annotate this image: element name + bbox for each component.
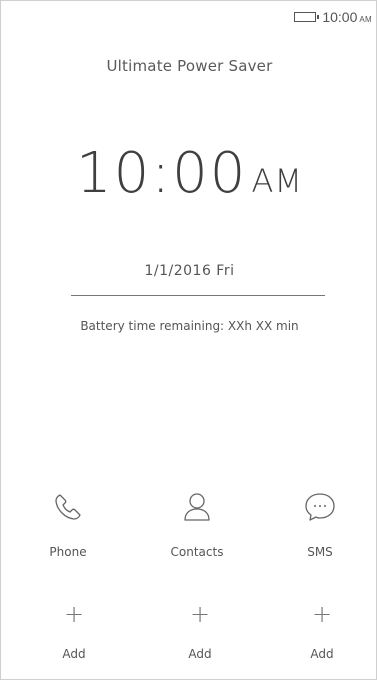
plus-icon: +: [189, 600, 211, 628]
phone-shortcut[interactable]: Phone: [23, 487, 113, 559]
add-label: Add: [310, 647, 334, 661]
add-shortcut-button[interactable]: + Add: [155, 601, 245, 661]
status-time: 10:00: [322, 9, 358, 25]
ultimate-power-saver-screen: 10:00 AM Ultimate Power Saver 10:00 AM 1/…: [0, 0, 377, 680]
page-title: Ultimate Power Saver: [106, 57, 273, 75]
status-bar: 10:00 AM: [294, 7, 372, 27]
battery-icon: [294, 12, 320, 22]
add-shortcut-button[interactable]: + Add: [29, 601, 119, 661]
add-label: Add: [188, 647, 212, 661]
add-shortcut-button[interactable]: + Add: [277, 601, 367, 661]
phone-icon: [23, 487, 113, 527]
contacts-shortcut[interactable]: Contacts: [152, 487, 242, 559]
clock-display: 10:00 AM: [1, 141, 377, 206]
clock-time: 10:00: [76, 141, 248, 206]
battery-remaining-text: Battery time remaining: XXh XX min: [80, 319, 299, 333]
sms-shortcut[interactable]: SMS: [275, 487, 365, 559]
plus-icon: +: [311, 600, 333, 628]
contacts-label: Contacts: [170, 545, 224, 559]
divider: [71, 295, 325, 296]
person-icon: [152, 487, 242, 527]
date-display: 1/1/2016 Fri: [144, 263, 235, 279]
plus-icon: +: [63, 600, 85, 628]
chat-bubble-icon: [275, 487, 365, 527]
status-clock: 10:00 AM: [322, 9, 372, 25]
status-ampm: AM: [359, 15, 372, 24]
add-label: Add: [62, 647, 86, 661]
phone-label: Phone: [49, 545, 87, 559]
clock-ampm: AM: [251, 162, 303, 200]
sms-label: SMS: [307, 545, 333, 559]
